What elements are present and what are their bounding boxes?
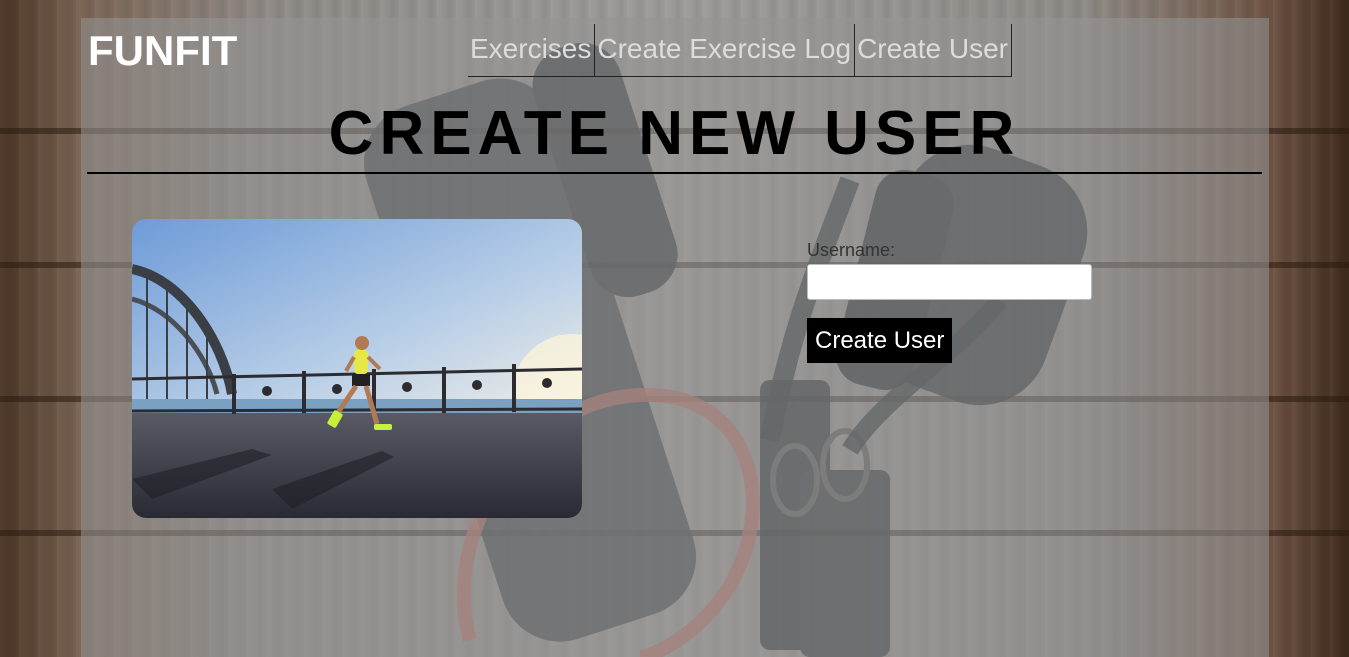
runner-hero-image — [132, 219, 582, 518]
create-user-button[interactable]: Create User — [807, 318, 953, 363]
nav-link-exercises[interactable]: Exercises — [468, 24, 596, 77]
create-user-form: Username: Create User — [807, 238, 1092, 363]
nav-link-create-user[interactable]: Create User — [855, 24, 1012, 77]
brand-logo[interactable]: FUNFIT — [88, 27, 237, 75]
nav-link-create-exercise-log[interactable]: Create Exercise Log — [595, 24, 856, 77]
runner-photo-illustration — [132, 219, 582, 518]
username-input[interactable] — [807, 264, 1092, 300]
page-title: CREATE NEW USER — [328, 99, 1021, 168]
main-nav: Exercises Create Exercise Log Create Use… — [468, 24, 1012, 77]
title-divider — [87, 172, 1262, 174]
username-label: Username: — [807, 240, 896, 260]
